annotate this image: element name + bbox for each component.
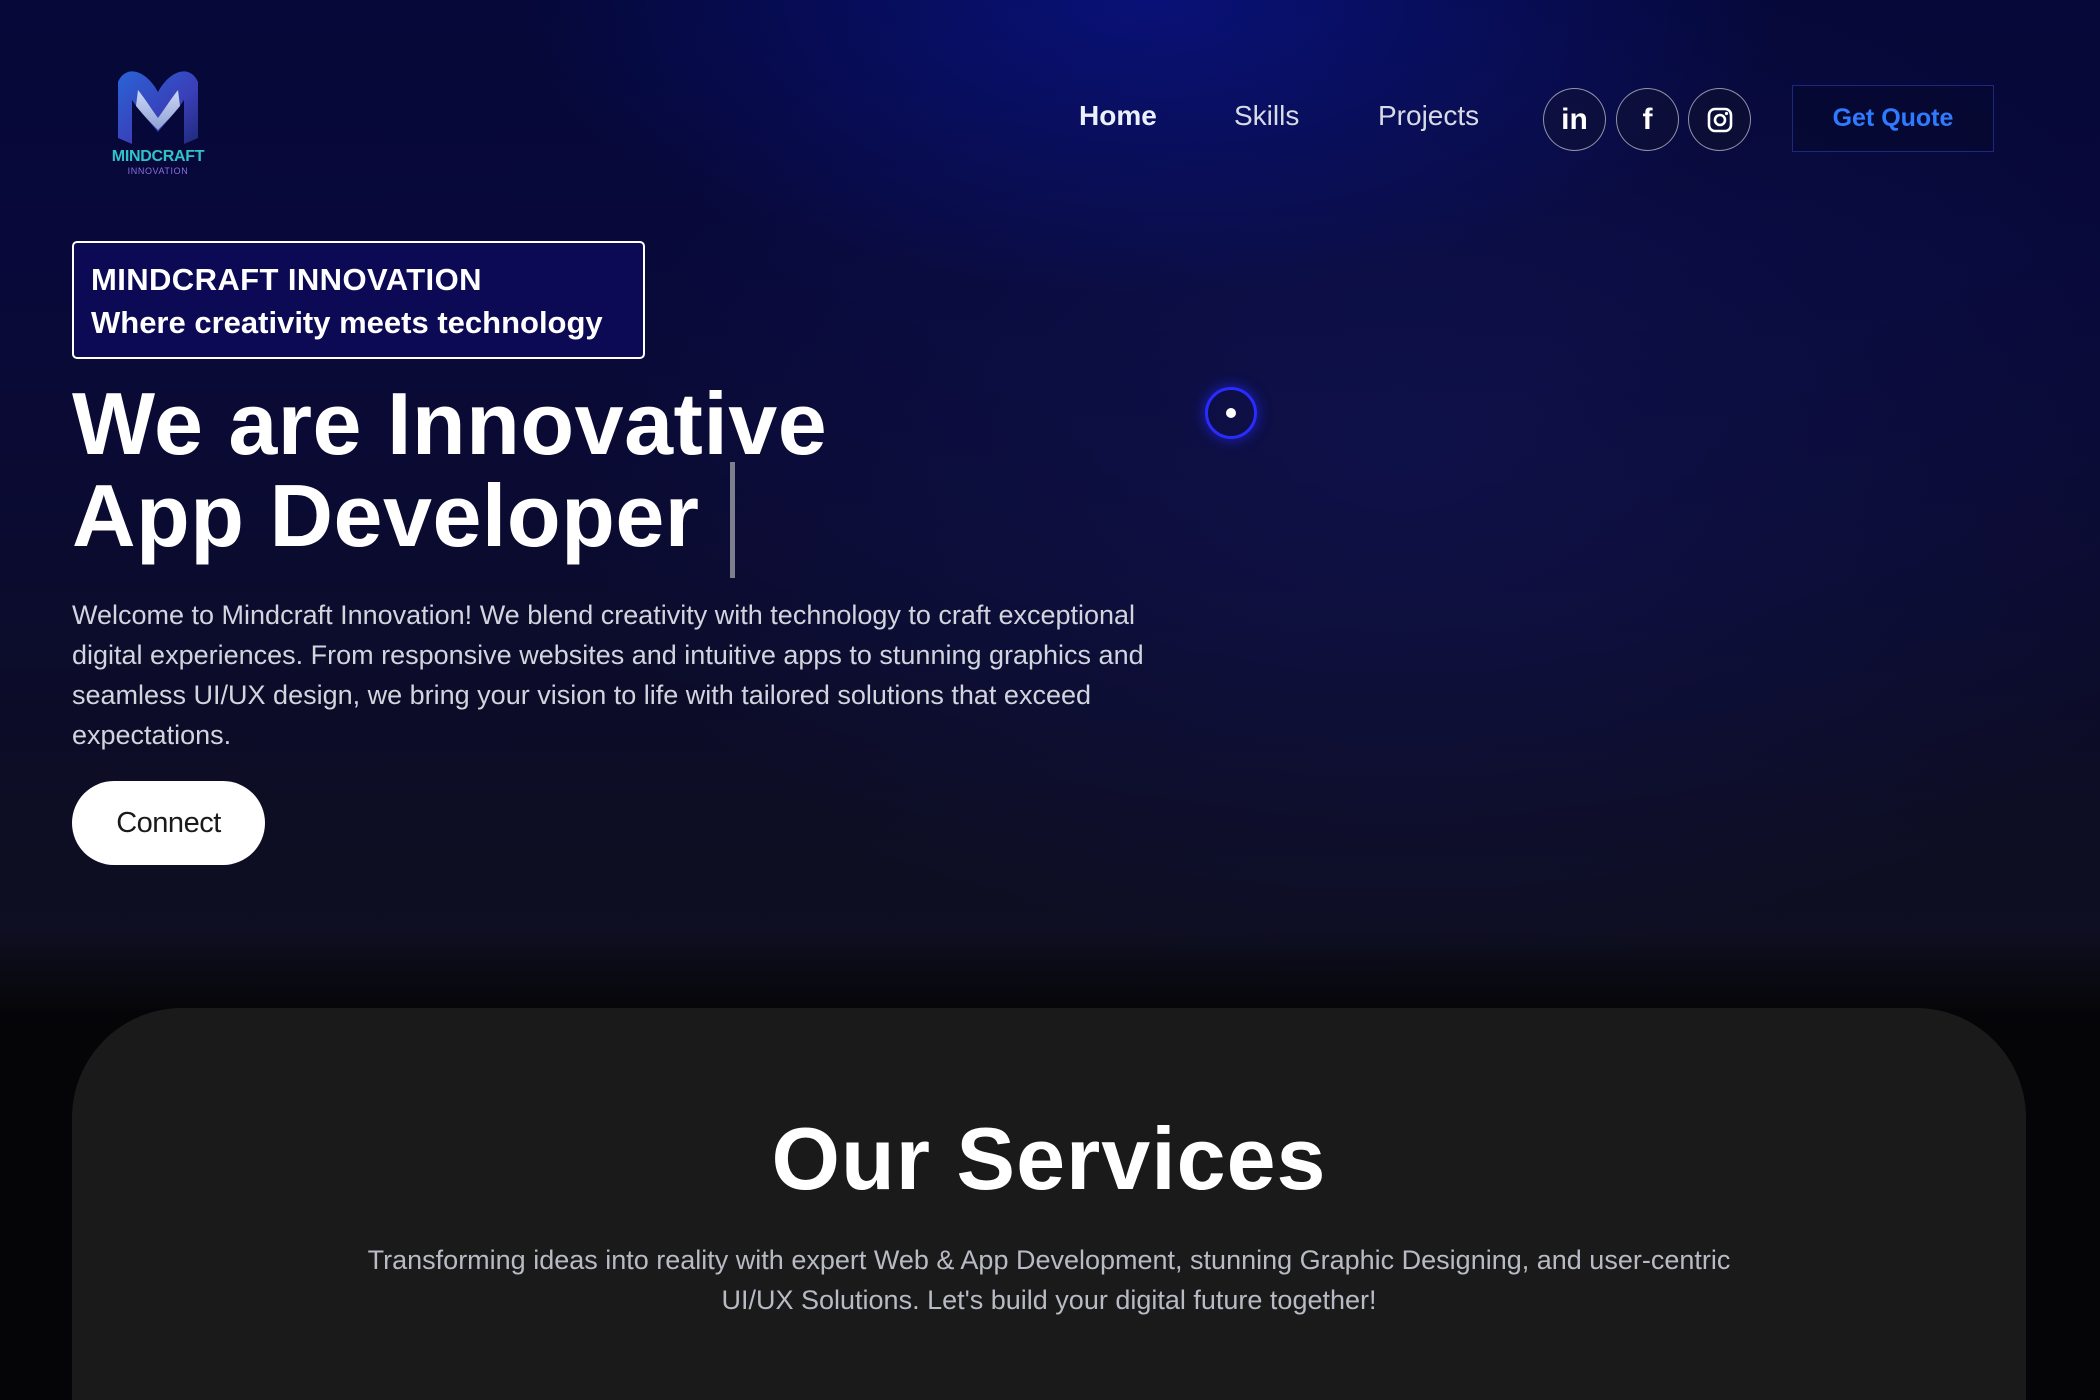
hero-fade [0,930,2100,1020]
typing-caret [730,462,735,578]
facebook-button[interactable]: f [1616,88,1679,151]
nav-skills[interactable]: Skills [1234,100,1299,132]
service-cards-glow [72,1368,2026,1400]
get-quote-button[interactable]: Get Quote [1792,85,1994,152]
instagram-icon [1707,107,1732,132]
brand-logo[interactable]: MINDCRAFT INNOVATION [108,60,208,180]
page: MINDCRAFT INNOVATION Home Skills Project… [0,0,2100,1400]
logo-mark-icon [118,71,198,144]
headline-line-2: App Developer [72,466,700,565]
instagram-button[interactable] [1688,88,1751,151]
linkedin-button[interactable]: in [1543,88,1606,151]
cursor-ring [1205,387,1257,439]
tagline-box: MINDCRAFT INNOVATION Where creativity me… [72,241,645,359]
hero-intro-text: Welcome to Mindcraft Innovation! We blen… [72,600,1144,750]
facebook-icon: f [1642,102,1653,136]
nav-home[interactable]: Home [1079,100,1157,132]
services-section: Our Services Transforming ideas into rea… [72,1008,2026,1400]
logo-text: MINDCRAFT [111,148,205,165]
tagline-title: MINDCRAFT INNOVATION [91,262,482,297]
services-description: Transforming ideas into reality with exp… [367,1245,1731,1315]
logo-subtext: INNOVATION [127,166,189,176]
nav-projects[interactable]: Projects [1378,100,1479,132]
services-title: Our Services [771,1109,1327,1208]
cursor-dot [1226,408,1236,418]
linkedin-icon: in [1561,102,1588,136]
connect-button[interactable]: Connect [72,781,265,865]
tagline-subtitle: Where creativity meets technology [91,305,603,340]
hero-headline: We are Innovative App Developer [72,378,827,562]
headline-line-1: We are Innovative [72,374,828,473]
